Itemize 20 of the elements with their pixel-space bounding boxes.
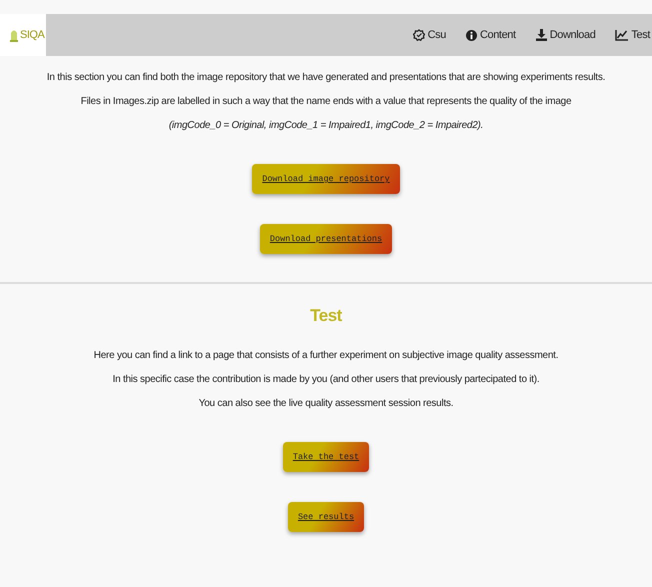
logo-icon: [10, 28, 18, 42]
description-text: You can also see the live quality assessment session results.: [198, 397, 454, 411]
description-text: Here you can find a link to a page that consists of a further experiment on subjective image quality assessment.: [94, 349, 558, 363]
description-text: Files in Images.zip are labelled in such a way that the name ends with a value that represents the quality of the image: [80, 95, 572, 109]
description-text: (imgCode_0 = Original, imgCode_1 = Impaired1, imgCode_2 = Impaired2).: [168, 119, 484, 133]
info-icon: [466, 30, 477, 40]
line-chart-icon: [615, 30, 628, 40]
download-icon: [536, 29, 547, 41]
nav-link[interactable]: Test: [615, 29, 650, 41]
description-text: In this section you can find both the image repository that we have generated and presentations that are showing experiments results.: [46, 71, 606, 85]
badge-icon: [412, 29, 425, 41]
nav-link[interactable]: Content: [466, 29, 516, 41]
action-button[interactable]: See results: [288, 502, 364, 532]
nav-link[interactable]: Download: [536, 29, 596, 41]
action-button[interactable]: Download presentations: [260, 224, 392, 254]
action-button[interactable]: Take the test: [282, 442, 370, 472]
action-button[interactable]: Download image repository: [252, 164, 400, 194]
nav-link[interactable]: Csu: [412, 29, 446, 41]
description-text: In this specific case the contribution is made by you (and other users that previously partecipated to it).: [112, 373, 540, 387]
section-heading: Test: [310, 306, 342, 326]
